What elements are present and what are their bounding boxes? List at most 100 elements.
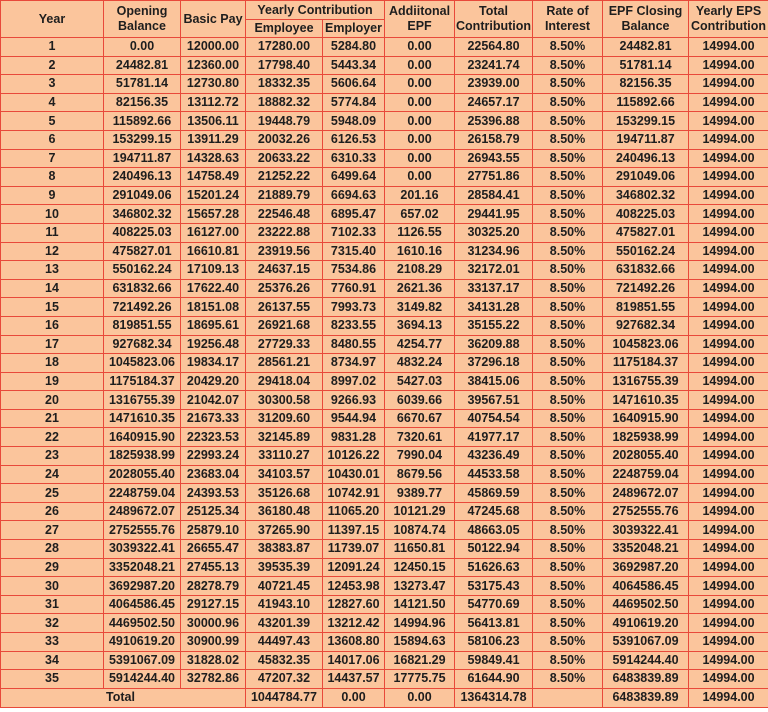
cell-employee: 20032.26 <box>245 129 323 150</box>
table-row: 25 2248759.04 24393.53 35126.68 10742.91 9389… <box>0 483 768 503</box>
cell-total-contribution: 47245.68 <box>454 501 534 522</box>
cell-epf-closing-balance: 5391067.09 <box>602 632 690 652</box>
cell-epf-closing-balance: 1825938.99 <box>602 427 690 448</box>
cell-opening-balance: 550162.24 <box>103 260 181 280</box>
cell-yearly-eps-contribution: 14994.00 <box>688 260 768 280</box>
cell-year: 35 <box>0 669 104 689</box>
cell-employee: 17798.40 <box>245 55 323 76</box>
cell-employee: 31209.60 <box>245 408 323 429</box>
cell-rate-of-interest: 8.50% <box>532 390 604 410</box>
cell-total-contribution: 61644.90 <box>454 669 534 689</box>
cell-year: 3 <box>0 74 104 94</box>
epf-calculation-table: Year Opening Balance Basic Pay Yearly Con… <box>0 0 768 708</box>
cell-employee: 26137.55 <box>245 297 323 317</box>
cell-rate-of-interest: 8.50% <box>532 464 604 485</box>
cell-employer: 10126.22 <box>321 446 386 466</box>
cell-rate-of-interest: 8.50% <box>532 241 604 262</box>
cell-rate-of-interest: 8.50% <box>532 557 604 578</box>
cell-total-contribution: 51626.63 <box>454 557 534 578</box>
header-employer: Employer <box>321 19 386 38</box>
cell-year: 9 <box>0 185 104 206</box>
cell-yearly-eps-contribution: 14994.00 <box>688 632 768 652</box>
cell-additional-epf: 0.00 <box>384 74 456 94</box>
header-yearly-eps-contribution: Yearly EPS Contribution <box>688 0 768 38</box>
cell-year: 2 <box>0 55 104 76</box>
cell-employer: 8734.97 <box>321 353 386 373</box>
cell-rate-of-interest: 8.50% <box>532 520 604 541</box>
cell-epf-closing-balance: 3352048.21 <box>602 539 690 559</box>
cell-additional-epf: 0.00 <box>384 55 456 76</box>
cell-additional-epf: 3694.13 <box>384 315 456 336</box>
cell-employer: 14437.57 <box>321 669 386 689</box>
cell-employee: 34103.57 <box>245 464 323 485</box>
cell-basic-pay: 26655.47 <box>180 539 246 559</box>
cell-total-contribution: 27751.86 <box>454 167 534 187</box>
cell-epf-closing-balance: 1045823.06 <box>602 334 690 355</box>
cell-basic-pay: 21042.07 <box>180 390 246 410</box>
cell-additional-epf: 2108.29 <box>384 260 456 280</box>
cell-employer: 7315.40 <box>321 241 386 262</box>
total-yearly-eps-contribution: 14994.00 <box>688 687 768 708</box>
cell-employee: 44497.43 <box>245 632 323 652</box>
total-employee: 1044784.77 <box>245 687 323 708</box>
cell-total-contribution: 23241.74 <box>454 55 534 76</box>
cell-rate-of-interest: 8.50% <box>532 222 604 243</box>
cell-year: 34 <box>0 650 104 671</box>
cell-basic-pay: 22993.24 <box>180 446 246 466</box>
cell-additional-epf: 657.02 <box>384 204 456 224</box>
table-row: 1 0.00 12000.00 17280.00 5284.80 0.00 22564.80… <box>0 37 768 57</box>
cell-employee: 37265.90 <box>245 520 323 541</box>
cell-epf-closing-balance: 1471610.35 <box>602 390 690 410</box>
cell-basic-pay: 14758.49 <box>180 167 246 187</box>
cell-year: 17 <box>0 334 104 355</box>
cell-yearly-eps-contribution: 14994.00 <box>688 185 768 206</box>
table-row: 21 1471610.35 21673.33 31209.60 9544.94 6670.… <box>0 408 768 429</box>
cell-opening-balance: 1471610.35 <box>103 408 181 429</box>
cell-rate-of-interest: 8.50% <box>532 446 604 466</box>
cell-rate-of-interest: 8.50% <box>532 371 604 392</box>
cell-opening-balance: 3039322.41 <box>103 539 181 559</box>
cell-employee: 23919.56 <box>245 241 323 262</box>
cell-yearly-eps-contribution: 14994.00 <box>688 148 768 169</box>
cell-additional-epf: 16821.29 <box>384 650 456 671</box>
cell-basic-pay: 17109.13 <box>180 260 246 280</box>
cell-additional-epf: 0.00 <box>384 148 456 169</box>
table-row: 32 4469502.50 30000.96 43201.39 13212.42 1499… <box>0 613 768 633</box>
cell-opening-balance: 115892.66 <box>103 111 181 131</box>
cell-total-contribution: 29441.95 <box>454 204 534 224</box>
cell-employee: 24637.15 <box>245 260 323 280</box>
cell-opening-balance: 153299.15 <box>103 129 181 150</box>
cell-total-contribution: 41977.17 <box>454 427 534 448</box>
cell-yearly-eps-contribution: 14994.00 <box>688 520 768 541</box>
cell-additional-epf: 6670.67 <box>384 408 456 429</box>
cell-year: 24 <box>0 464 104 485</box>
cell-year: 28 <box>0 539 104 559</box>
cell-employee: 40721.45 <box>245 576 323 596</box>
table-row: 11 408225.03 16127.00 23222.88 7102.33 1126.5… <box>0 222 768 243</box>
cell-opening-balance: 2248759.04 <box>103 483 181 503</box>
cell-opening-balance: 0.00 <box>103 37 181 57</box>
cell-epf-closing-balance: 1316755.39 <box>602 371 690 392</box>
table-row: 7 194711.87 14328.63 20633.22 6310.33 0.00 269… <box>0 148 768 169</box>
table-row: 13 550162.24 17109.13 24637.15 7534.86 2108.2… <box>0 260 768 280</box>
header-rate-of-interest: Rate of Interest <box>532 0 604 38</box>
cell-epf-closing-balance: 240496.13 <box>602 148 690 169</box>
cell-year: 4 <box>0 92 104 113</box>
cell-employee: 27729.33 <box>245 334 323 355</box>
table-row: 2 24482.81 12360.00 17798.40 5443.34 0.00 2324… <box>0 55 768 76</box>
cell-opening-balance: 4469502.50 <box>103 613 181 633</box>
table-row: 9 291049.06 15201.24 21889.79 6694.63 201.16 2… <box>0 185 768 206</box>
cell-yearly-eps-contribution: 14994.00 <box>688 501 768 522</box>
cell-basic-pay: 13911.29 <box>180 129 246 150</box>
cell-employee: 45832.35 <box>245 650 323 671</box>
cell-total-contribution: 56413.81 <box>454 613 534 633</box>
cell-epf-closing-balance: 82156.35 <box>602 74 690 94</box>
cell-additional-epf: 4832.24 <box>384 353 456 373</box>
cell-opening-balance: 4910619.20 <box>103 632 181 652</box>
cell-rate-of-interest: 8.50% <box>532 539 604 559</box>
cell-year: 12 <box>0 241 104 262</box>
cell-employer: 5774.84 <box>321 92 386 113</box>
cell-employer: 9831.28 <box>321 427 386 448</box>
cell-additional-epf: 10121.29 <box>384 501 456 522</box>
cell-yearly-eps-contribution: 14994.00 <box>688 278 768 299</box>
